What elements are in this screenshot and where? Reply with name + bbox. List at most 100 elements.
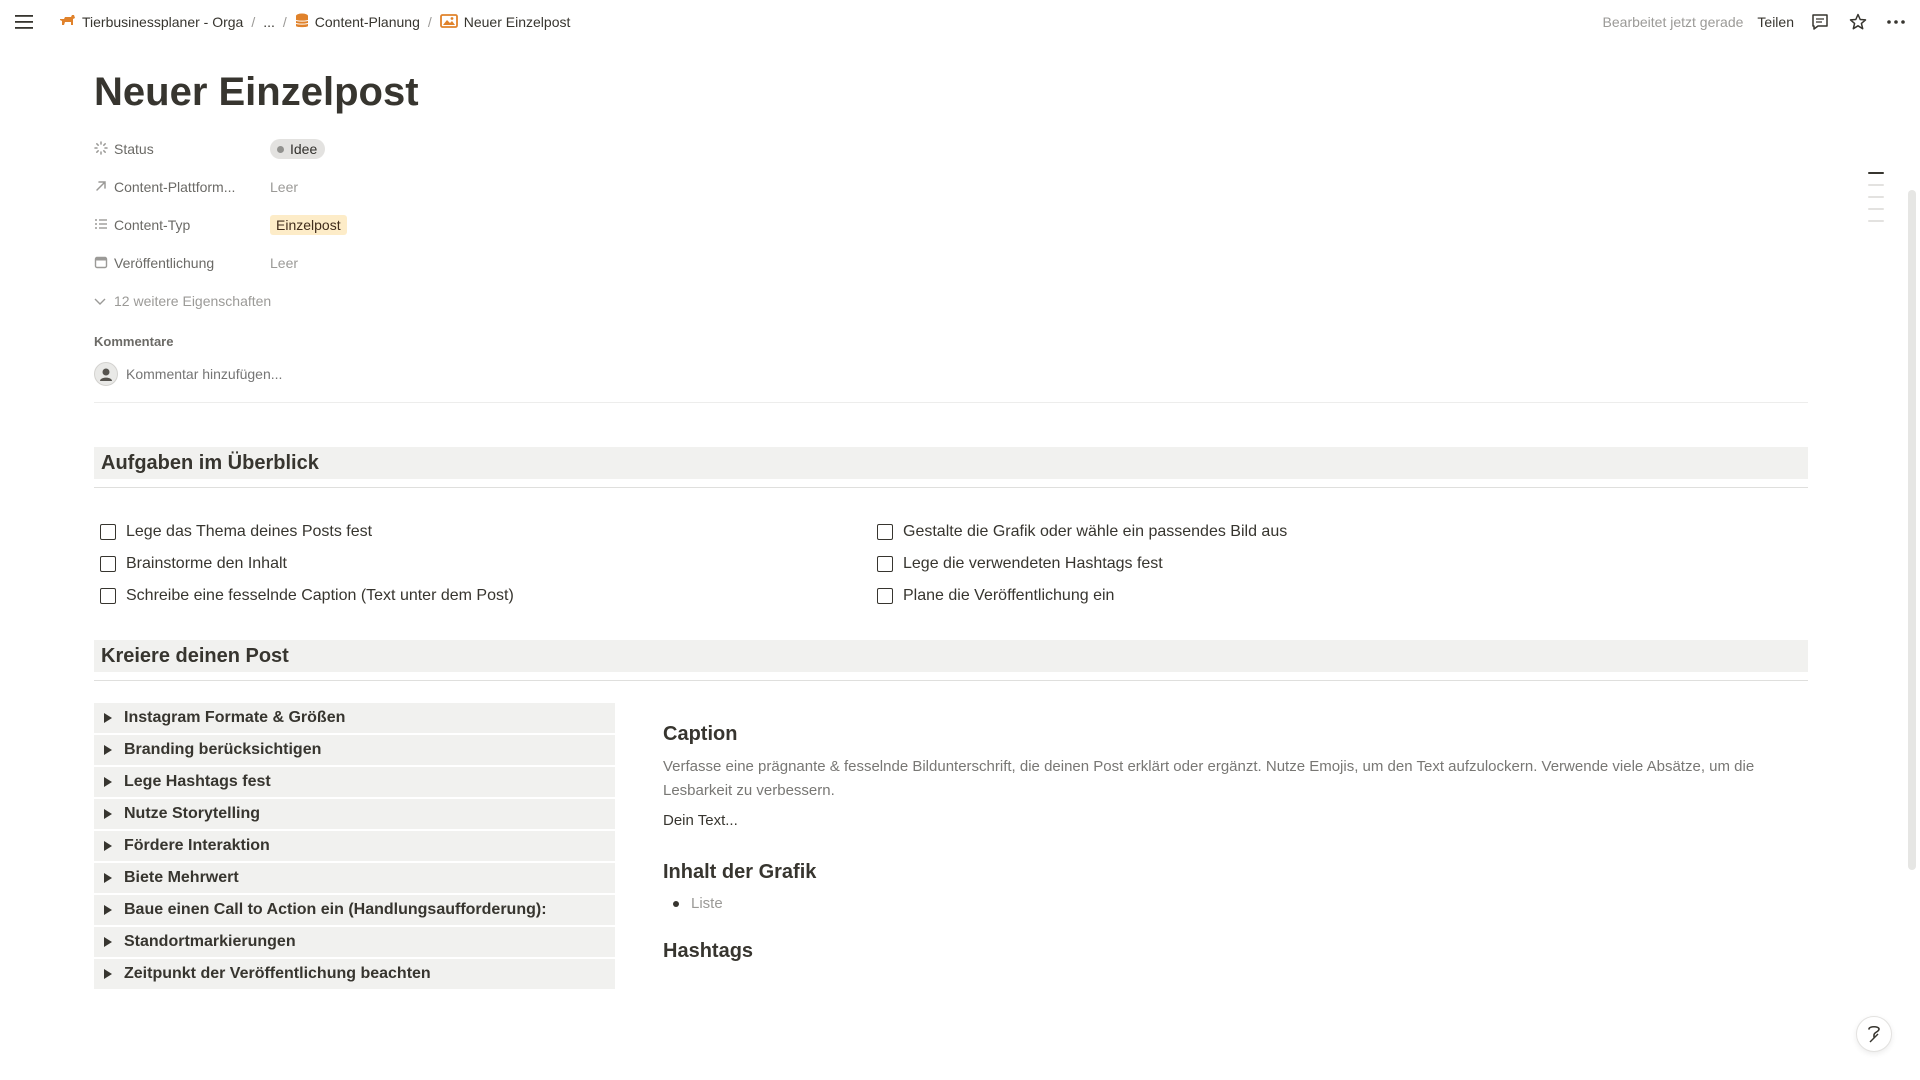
toggle-label: Zeitpunkt der Veröffentlichung beachten xyxy=(124,965,431,982)
divider xyxy=(94,680,1808,681)
checkbox[interactable] xyxy=(100,524,116,540)
toc-item[interactable] xyxy=(1868,208,1884,210)
page-title[interactable]: Neuer Einzelpost xyxy=(94,64,1808,120)
top-bar: Tierbusinessplaner - Orga / ... / Conten… xyxy=(0,0,1920,44)
database-icon xyxy=(295,13,309,32)
triangle-right-icon[interactable] xyxy=(104,777,112,787)
toggle-block[interactable]: Baue einen Call to Action ein (Handlungs… xyxy=(94,895,615,925)
toggle-block[interactable]: Branding berücksichtigen xyxy=(94,735,615,765)
status-tag: Idee xyxy=(270,139,326,159)
triangle-right-icon[interactable] xyxy=(104,809,112,819)
avatar xyxy=(94,362,118,386)
caption-description[interactable]: Verfasse eine prägnante & fesselnde Bild… xyxy=(663,755,1808,803)
property-label[interactable]: Content-Typ xyxy=(94,217,264,234)
triangle-right-icon[interactable] xyxy=(104,969,112,979)
relation-arrow-icon xyxy=(94,179,108,196)
graphic-heading[interactable]: Inhalt der Grafik xyxy=(663,855,1808,889)
triangle-right-icon[interactable] xyxy=(104,713,112,723)
toggle-block[interactable]: Standortmarkierungen xyxy=(94,927,615,957)
toggle-block[interactable]: Biete Mehrwert xyxy=(94,863,615,893)
content-platform-value[interactable]: Leer xyxy=(264,177,304,197)
checkbox[interactable] xyxy=(877,556,893,572)
comment-input[interactable] xyxy=(126,366,526,382)
checkbox[interactable] xyxy=(877,524,893,540)
toc-item[interactable] xyxy=(1868,184,1884,186)
content-type-value[interactable]: Einzelpost xyxy=(264,215,353,235)
breadcrumb-database[interactable]: Content-Planung xyxy=(291,11,424,34)
calendar-icon xyxy=(94,255,108,272)
comment-icon[interactable] xyxy=(1808,10,1832,34)
list-item[interactable]: Liste xyxy=(663,895,1808,912)
breadcrumb-label: Content-Planung xyxy=(314,14,420,30)
toggle-block[interactable]: Fördere Interaktion xyxy=(94,831,615,861)
todo-item[interactable]: Plane die Veröffentlichung ein xyxy=(871,580,1648,612)
property-label[interactable]: Veröffentlichung xyxy=(94,255,264,272)
breadcrumb-label: Tierbusinessplaner - Orga xyxy=(82,14,244,30)
triangle-right-icon[interactable] xyxy=(104,745,112,755)
hashtags-heading[interactable]: Hashtags xyxy=(663,934,1808,968)
tasks-heading[interactable]: Aufgaben im Überblick xyxy=(94,447,1808,479)
table-of-contents[interactable] xyxy=(1868,172,1884,232)
todo-item[interactable]: Lege die verwendeten Hashtags fest xyxy=(871,548,1648,580)
publication-value[interactable]: Leer xyxy=(264,253,304,273)
status-tag-label: Idee xyxy=(290,141,318,157)
bullet-dot xyxy=(673,900,679,907)
breadcrumb-separator: / xyxy=(282,14,287,30)
breadcrumb-workspace[interactable]: Tierbusinessplaner - Orga xyxy=(54,11,247,34)
caption-heading[interactable]: Caption xyxy=(663,717,1808,751)
checkbox[interactable] xyxy=(100,556,116,572)
todo-label: Plane die Veröffentlichung ein xyxy=(903,587,1115,604)
toggle-label: Branding berücksichtigen xyxy=(124,741,322,758)
checkbox[interactable] xyxy=(877,588,893,604)
toggle-block[interactable]: Zeitpunkt der Veröffentlichung beachten xyxy=(94,959,615,989)
star-icon[interactable] xyxy=(1846,10,1870,34)
toggle-label: Nutze Storytelling xyxy=(124,805,261,822)
more-properties-toggle[interactable]: 12 weitere Eigenschaften xyxy=(94,282,1808,320)
toggle-label: Fördere Interaktion xyxy=(124,837,270,854)
todo-item[interactable]: Gestalte die Grafik oder wähle ein passe… xyxy=(871,516,1648,548)
more-icon[interactable] xyxy=(1884,10,1908,34)
menu-icon[interactable] xyxy=(14,12,34,32)
post-content-column: Caption Verfasse eine prägnante & fessel… xyxy=(663,703,1808,991)
more-properties-label: 12 weitere Eigenschaften xyxy=(114,293,272,309)
todo-label: Schreibe eine fesselnde Caption (Text un… xyxy=(126,587,514,604)
triangle-right-icon[interactable] xyxy=(104,937,112,947)
property-label[interactable]: Status xyxy=(94,140,264,158)
caption-text[interactable]: Dein Text... xyxy=(663,809,1808,833)
toggle-label: Instagram Formate & Größen xyxy=(124,709,346,726)
todo-label: Lege die verwendeten Hashtags fest xyxy=(903,555,1163,572)
breadcrumb-ellipsis[interactable]: ... xyxy=(259,12,279,32)
todo-item[interactable]: Lege das Thema deines Posts fest xyxy=(94,516,871,548)
property-label[interactable]: Content-Plattform... xyxy=(94,179,264,196)
toggle-block[interactable]: Lege Hashtags fest xyxy=(94,767,615,797)
triangle-right-icon[interactable] xyxy=(104,841,112,851)
toc-item[interactable] xyxy=(1868,220,1884,222)
help-icon[interactable] xyxy=(1856,1016,1892,1052)
breadcrumb-current-page[interactable]: Neuer Einzelpost xyxy=(436,12,575,33)
todo-item[interactable]: Brainstorme den Inhalt xyxy=(94,548,871,580)
toggle-block[interactable]: Instagram Formate & Größen xyxy=(94,703,615,733)
triangle-right-icon[interactable] xyxy=(104,905,112,915)
share-button[interactable]: Teilen xyxy=(1757,14,1794,30)
status-dot xyxy=(277,145,284,153)
scrollbar[interactable] xyxy=(1908,190,1916,870)
todo-label: Brainstorme den Inhalt xyxy=(126,555,287,572)
comments-heading: Kommentare xyxy=(94,334,174,349)
property-content-platform: Content-Plattform... Leer xyxy=(94,168,1808,206)
todo-label: Gestalte die Grafik oder wähle ein passe… xyxy=(903,523,1288,540)
toc-item[interactable] xyxy=(1868,196,1884,198)
toggle-block[interactable]: Nutze Storytelling xyxy=(94,799,615,829)
chevron-down-icon xyxy=(94,293,106,309)
status-value[interactable]: Idee xyxy=(264,137,331,161)
checkbox[interactable] xyxy=(100,588,116,604)
toc-item[interactable] xyxy=(1868,172,1884,174)
property-content-type: Content-Typ Einzelpost xyxy=(94,206,1808,244)
triangle-right-icon[interactable] xyxy=(104,873,112,883)
breadcrumb: Tierbusinessplaner - Orga / ... / Conten… xyxy=(54,11,574,34)
property-publication: Veröffentlichung Leer xyxy=(94,244,1808,282)
create-heading[interactable]: Kreiere deinen Post xyxy=(94,640,1808,672)
property-label-text: Content-Typ xyxy=(114,217,191,233)
todo-item[interactable]: Schreibe eine fesselnde Caption (Text un… xyxy=(94,580,871,612)
create-section: Instagram Formate & Größen Branding berü… xyxy=(94,703,1808,991)
property-label-text: Veröffentlichung xyxy=(114,255,215,271)
